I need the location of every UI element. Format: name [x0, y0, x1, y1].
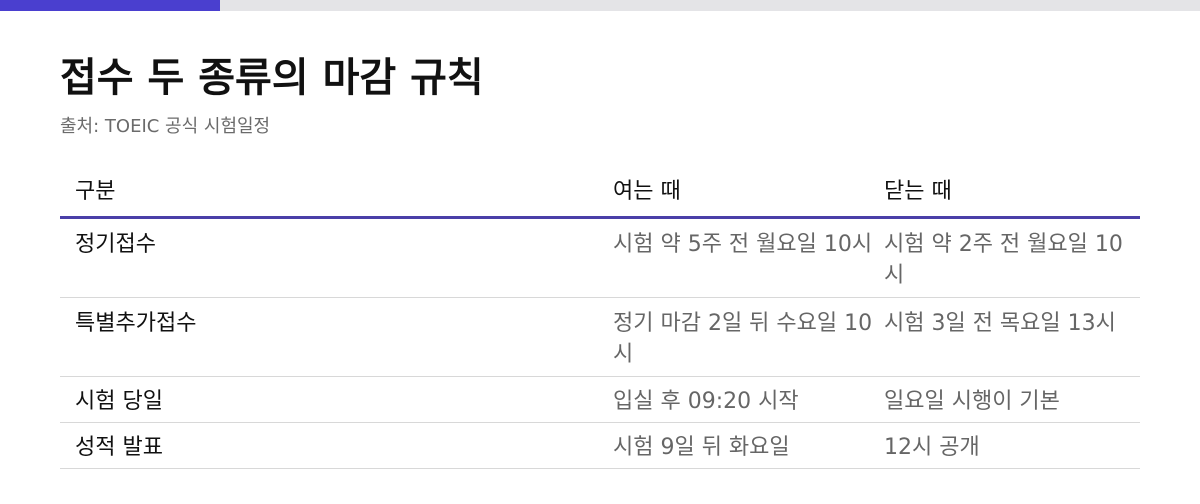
- row-open-time: 입실 후 09:20 시작: [613, 389, 799, 414]
- column-header-open: 여는 때: [613, 179, 681, 204]
- row-open-time: 시험 약 5주 전 월요일 10시: [613, 232, 873, 257]
- page-title: 접수 두 종류의 마감 규칙: [60, 55, 484, 101]
- column-header-category: 구분: [75, 179, 116, 204]
- progress-bar-fill: [0, 0, 220, 11]
- column-header-close: 닫는 때: [884, 179, 952, 204]
- table-row: 시험 당일 입실 후 09:20 시작 일요일 시행이 기본: [60, 377, 1140, 423]
- row-category: 성적 발표: [75, 435, 163, 460]
- row-close-time: 일요일 시행이 기본: [884, 389, 1060, 414]
- row-close-time: 시험 3일 전 목요일 13시: [884, 311, 1116, 336]
- table-row: 정기접수 시험 약 5주 전 월요일 10시 시험 약 2주 전 월요일 10시: [60, 219, 1140, 298]
- progress-bar: [0, 0, 1200, 11]
- table-header-row: 구분 여는 때 닫는 때: [60, 168, 1140, 219]
- deadline-table: 구분 여는 때 닫는 때 정기접수 시험 약 5주 전 월요일 10시 시험 약…: [60, 168, 1140, 469]
- table-row: 성적 발표 시험 9일 뒤 화요일 12시 공개: [60, 423, 1140, 469]
- row-close-time: 시험 약 2주 전 월요일 10시: [884, 232, 1123, 288]
- row-category: 정기접수: [75, 232, 156, 257]
- row-category: 시험 당일: [75, 389, 163, 414]
- row-open-time: 정기 마감 2일 뒤 수요일 10시: [613, 311, 873, 367]
- row-close-time: 12시 공개: [884, 435, 980, 460]
- source-note: 출처: TOEIC 공식 시험일정: [60, 116, 271, 137]
- row-open-time: 시험 9일 뒤 화요일: [613, 435, 790, 460]
- table-row: 특별추가접수 정기 마감 2일 뒤 수요일 10시 시험 3일 전 목요일 13…: [60, 298, 1140, 377]
- row-category: 특별추가접수: [75, 311, 197, 336]
